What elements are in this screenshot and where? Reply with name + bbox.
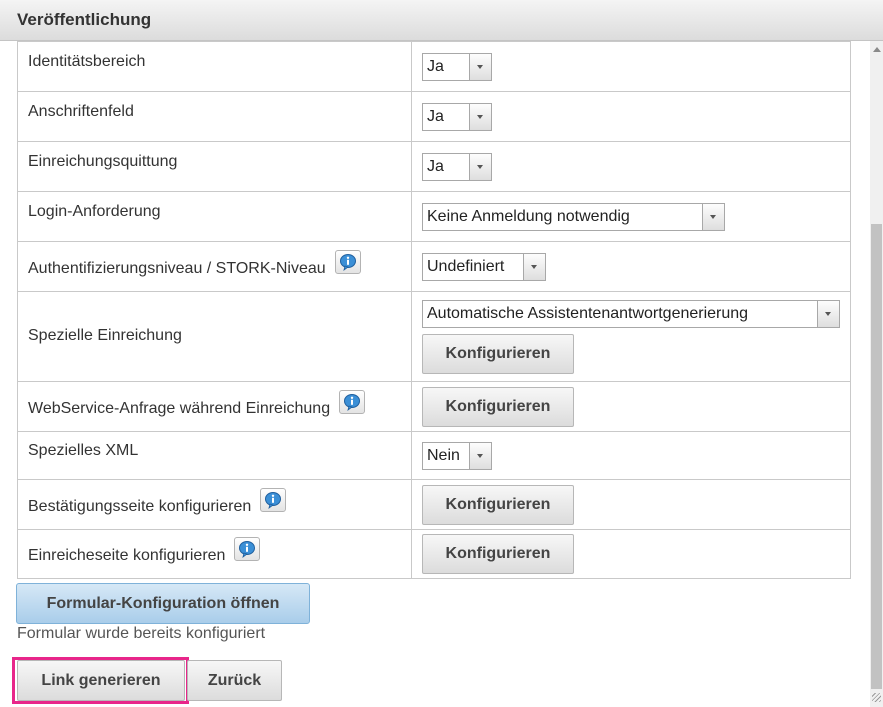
select-value: Nein: [427, 446, 460, 464]
row-label: Einreichungsquittung: [28, 153, 178, 171]
row-control-cell: Konfigurieren: [411, 479, 851, 530]
configure-special-submission-button[interactable]: Konfigurieren: [422, 333, 574, 374]
chevron-down-icon[interactable]: [702, 203, 724, 230]
select-value: Keine Anmeldung notwendig: [427, 207, 630, 225]
dialog-content: Identitätsbereich Ja Anschriftenfeld Ja: [0, 41, 870, 707]
chevron-down-icon[interactable]: [469, 153, 491, 180]
row-label: Spezielle Einreichung: [28, 327, 182, 345]
row-control-cell: Nein: [411, 431, 851, 480]
select-value: Ja: [427, 107, 444, 125]
table-row: Anschriftenfeld Ja: [17, 91, 851, 142]
configure-webservice-button[interactable]: Konfigurieren: [422, 386, 574, 427]
row-control-cell: Konfigurieren: [411, 529, 851, 579]
table-row: Bestätigungsseite konfigurieren Konfigur…: [17, 479, 851, 530]
login-requirement-select[interactable]: Keine Anmeldung notwendig: [422, 202, 725, 231]
table-row: Einreichungsquittung Ja: [17, 141, 851, 192]
table-row: Spezielle Einreichung Automatische Assis…: [17, 291, 851, 382]
table-row: Spezielles XML Nein: [17, 431, 851, 480]
row-label-cell: Spezielle Einreichung: [17, 291, 412, 382]
info-icon[interactable]: [334, 249, 361, 274]
row-label-cell: Spezielles XML: [17, 431, 412, 480]
row-control-cell: Automatische Assistentenantwortgenerieru…: [411, 291, 851, 382]
info-icon[interactable]: [339, 389, 366, 414]
table-row: WebService-Anfrage während Einreichung K…: [17, 381, 851, 432]
status-note: Formular wurde bereits konfiguriert: [17, 625, 266, 642]
table-row: Einreicheseite konfigurieren Konfigurier…: [17, 529, 851, 579]
row-label-cell: Login-Anforderung: [17, 191, 412, 242]
info-icon[interactable]: [234, 537, 261, 561]
row-control-cell: Konfigurieren: [411, 381, 851, 432]
dialog-header: Veröffentlichung: [0, 0, 883, 41]
select-value: Undefiniert: [427, 257, 505, 275]
auth-level-select[interactable]: Undefiniert: [422, 252, 546, 281]
identity-area-select[interactable]: Ja: [422, 52, 492, 81]
submission-receipt-select[interactable]: Ja: [422, 152, 492, 181]
row-label: Login-Anforderung: [28, 203, 161, 221]
scrollbar-thumb[interactable]: [871, 224, 882, 689]
row-control-cell: Ja: [411, 91, 851, 142]
row-control-cell: Keine Anmeldung notwendig: [411, 191, 851, 242]
info-icon[interactable]: [260, 487, 287, 512]
row-label-cell: Einreichungsquittung: [17, 141, 412, 192]
select-value: Ja: [427, 157, 444, 175]
chevron-down-icon[interactable]: [469, 103, 491, 130]
row-label: WebService-Anfrage während Einreichung: [28, 399, 331, 417]
special-xml-select[interactable]: Nein: [422, 441, 492, 470]
back-button[interactable]: Zurück: [187, 660, 282, 701]
row-control-cell: Ja: [411, 141, 851, 192]
chevron-down-icon[interactable]: [469, 53, 491, 80]
row-label-cell: Anschriftenfeld: [17, 91, 412, 142]
row-label: Authentifizierungsniveau / STORK-Niveau: [28, 259, 326, 277]
settings-table: Identitätsbereich Ja Anschriftenfeld Ja: [17, 41, 851, 579]
row-label: Bestätigungsseite konfigurieren: [28, 497, 252, 515]
configure-confirmation-page-button[interactable]: Konfigurieren: [422, 484, 574, 525]
resize-grip-icon[interactable]: [872, 693, 881, 702]
chevron-down-icon[interactable]: [817, 300, 839, 327]
table-row: Login-Anforderung Keine Anmeldung notwen…: [17, 191, 851, 242]
row-control-cell: Undefiniert: [411, 241, 851, 292]
open-form-config-button[interactable]: Formular-Konfiguration öffnen: [16, 583, 310, 624]
row-label: Identitätsbereich: [28, 53, 146, 71]
row-label-cell: Bestätigungsseite konfigurieren: [17, 479, 412, 530]
row-label: Spezielles XML: [28, 442, 139, 460]
row-control-cell: Ja: [411, 41, 851, 92]
table-row: Identitätsbereich Ja: [17, 41, 851, 92]
row-label-cell: Authentifizierungsniveau / STORK-Niveau: [17, 241, 412, 292]
address-field-select[interactable]: Ja: [422, 102, 492, 131]
row-label-cell: Einreicheseite konfigurieren: [17, 529, 412, 579]
row-label-cell: Identitätsbereich: [17, 41, 412, 92]
row-label-cell: WebService-Anfrage während Einreichung: [17, 381, 412, 432]
select-value: Automatische Assistentenantwortgenerieru…: [427, 304, 749, 322]
scroll-up-arrow-icon[interactable]: [873, 47, 881, 52]
configure-submission-page-button[interactable]: Konfigurieren: [422, 534, 574, 574]
special-submission-select[interactable]: Automatische Assistentenantwortgenerieru…: [422, 299, 840, 328]
chevron-down-icon[interactable]: [523, 253, 545, 280]
generate-link-button[interactable]: Link generieren: [17, 660, 185, 701]
chevron-down-icon[interactable]: [469, 442, 491, 469]
row-label: Einreicheseite konfigurieren: [28, 547, 226, 564]
row-label: Anschriftenfeld: [28, 103, 134, 121]
select-value: Ja: [427, 57, 444, 75]
vertical-scrollbar[interactable]: [870, 41, 883, 707]
table-row: Authentifizierungsniveau / STORK-Niveau …: [17, 241, 851, 292]
dialog-title: Veröffentlichung: [17, 10, 152, 29]
